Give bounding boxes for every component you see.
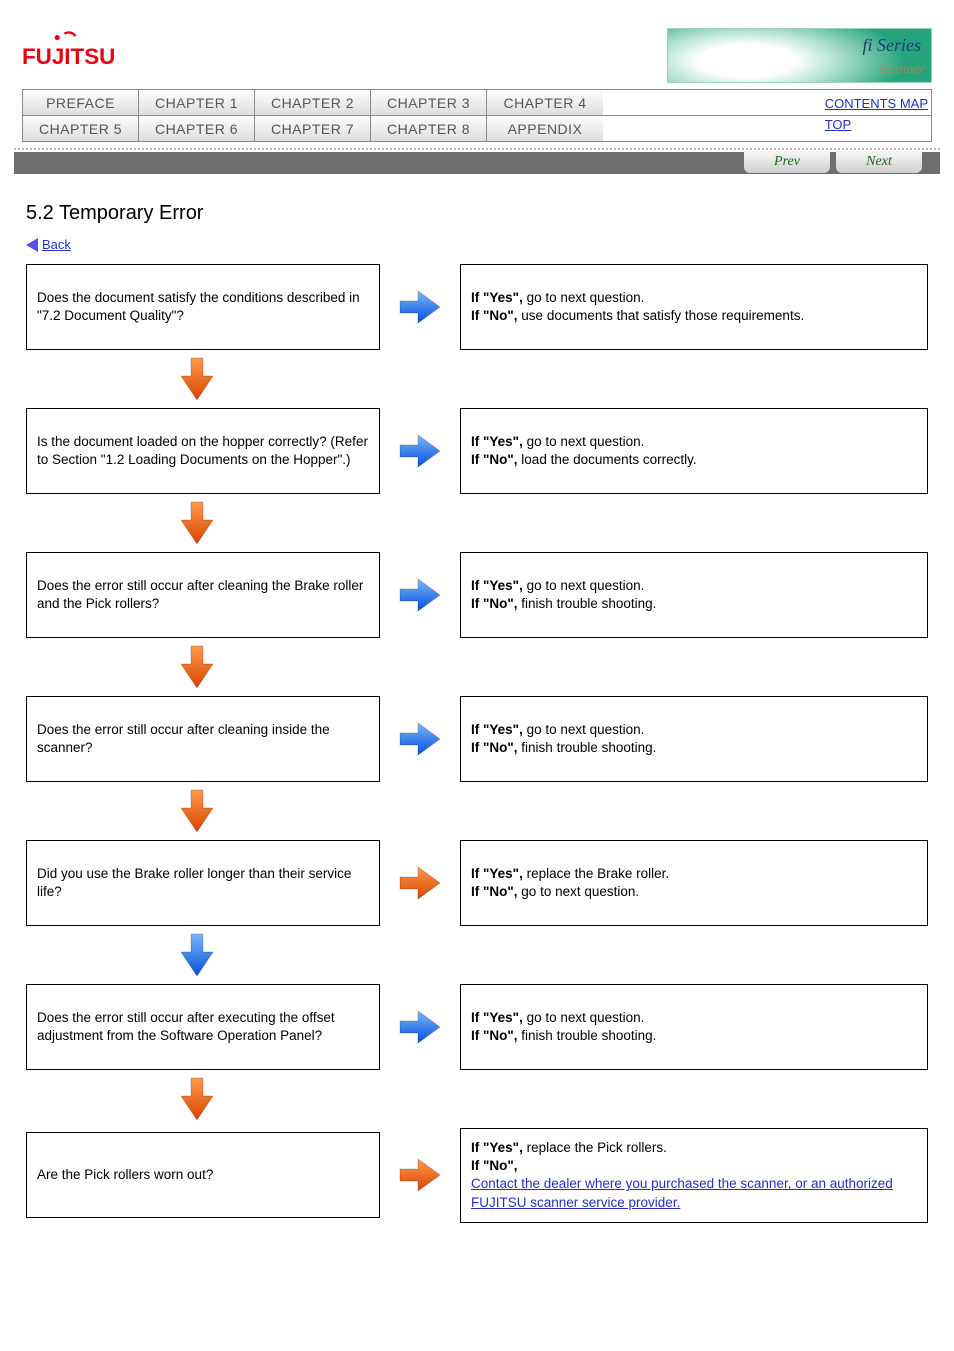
tab-chapter-8[interactable]: CHAPTER 8 bbox=[371, 116, 487, 141]
answer-box: If "Yes", go to next question.If "No", f… bbox=[460, 696, 928, 782]
section-title: 5.2 Temporary Error bbox=[0, 174, 954, 229]
tab-chapter-2[interactable]: CHAPTER 2 bbox=[255, 90, 371, 115]
right-arrow-icon bbox=[380, 1007, 460, 1047]
nav-bar: Prev Next bbox=[14, 152, 940, 174]
down-arrow-icon bbox=[26, 926, 928, 984]
prev-button[interactable]: Prev bbox=[744, 151, 830, 173]
question-box: Did you use the Brake roller longer than… bbox=[26, 840, 380, 926]
down-arrow-icon bbox=[26, 494, 928, 552]
down-arrow-icon bbox=[26, 638, 928, 696]
tab-chapter-7[interactable]: CHAPTER 7 bbox=[255, 116, 371, 141]
answer-box: If "Yes", go to next question.If "No", u… bbox=[460, 264, 928, 350]
tab-chapter-6[interactable]: CHAPTER 6 bbox=[139, 116, 255, 141]
answer-box: If "Yes", go to next question.If "No", f… bbox=[460, 552, 928, 638]
fi-series-banner: fi Series Scanner bbox=[667, 28, 932, 83]
right-arrow-icon bbox=[380, 431, 460, 471]
back-link[interactable]: Back bbox=[42, 237, 71, 252]
question-box: Is the document loaded on the hopper cor… bbox=[26, 408, 380, 494]
question-box: Does the error still occur after executi… bbox=[26, 984, 380, 1070]
question-box: Are the Pick rollers worn out? bbox=[26, 1132, 380, 1218]
next-button[interactable]: Next bbox=[836, 151, 922, 173]
fujitsu-logo: FUJITSU bbox=[22, 28, 142, 79]
answer-box: If "Yes", replace the Brake roller.If "N… bbox=[460, 840, 928, 926]
link-top[interactable]: TOP bbox=[825, 117, 928, 132]
right-arrow-icon bbox=[380, 719, 460, 759]
banner-subtitle: Scanner bbox=[879, 62, 925, 78]
tab-chapter-5[interactable]: CHAPTER 5 bbox=[23, 116, 139, 141]
down-arrow-icon bbox=[26, 1070, 928, 1128]
down-arrow-icon bbox=[26, 782, 928, 840]
question-box: Does the error still occur after cleanin… bbox=[26, 696, 380, 782]
back-arrow-icon bbox=[26, 238, 38, 252]
right-arrow-icon bbox=[380, 863, 460, 903]
tab-chapter-3[interactable]: CHAPTER 3 bbox=[371, 90, 487, 115]
right-arrow-icon bbox=[380, 575, 460, 615]
answer-box: If "Yes", go to next question.If "No", l… bbox=[460, 408, 928, 494]
link-contents-map[interactable]: CONTENTS MAP bbox=[825, 96, 928, 111]
right-arrow-icon bbox=[380, 1155, 460, 1195]
answer-box: If "Yes", replace the Pick rollers.If "N… bbox=[460, 1128, 928, 1223]
svg-text:FUJITSU: FUJITSU bbox=[22, 44, 115, 69]
contact-dealer-link[interactable]: Contact the dealer where you purchased t… bbox=[471, 1175, 917, 1211]
answer-box: If "Yes", go to next question.If "No", f… bbox=[460, 984, 928, 1070]
question-box: Does the document satisfy the conditions… bbox=[26, 264, 380, 350]
tab-chapter-1[interactable]: CHAPTER 1 bbox=[139, 90, 255, 115]
right-arrow-icon bbox=[380, 287, 460, 327]
down-arrow-icon bbox=[26, 350, 928, 408]
banner-title: fi Series bbox=[863, 35, 922, 56]
question-box: Does the error still occur after cleanin… bbox=[26, 552, 380, 638]
tab-preface[interactable]: PREFACE bbox=[23, 90, 139, 115]
tab-chapter-4[interactable]: CHAPTER 4 bbox=[487, 90, 603, 115]
tab-appendix[interactable]: APPENDIX bbox=[487, 116, 603, 141]
